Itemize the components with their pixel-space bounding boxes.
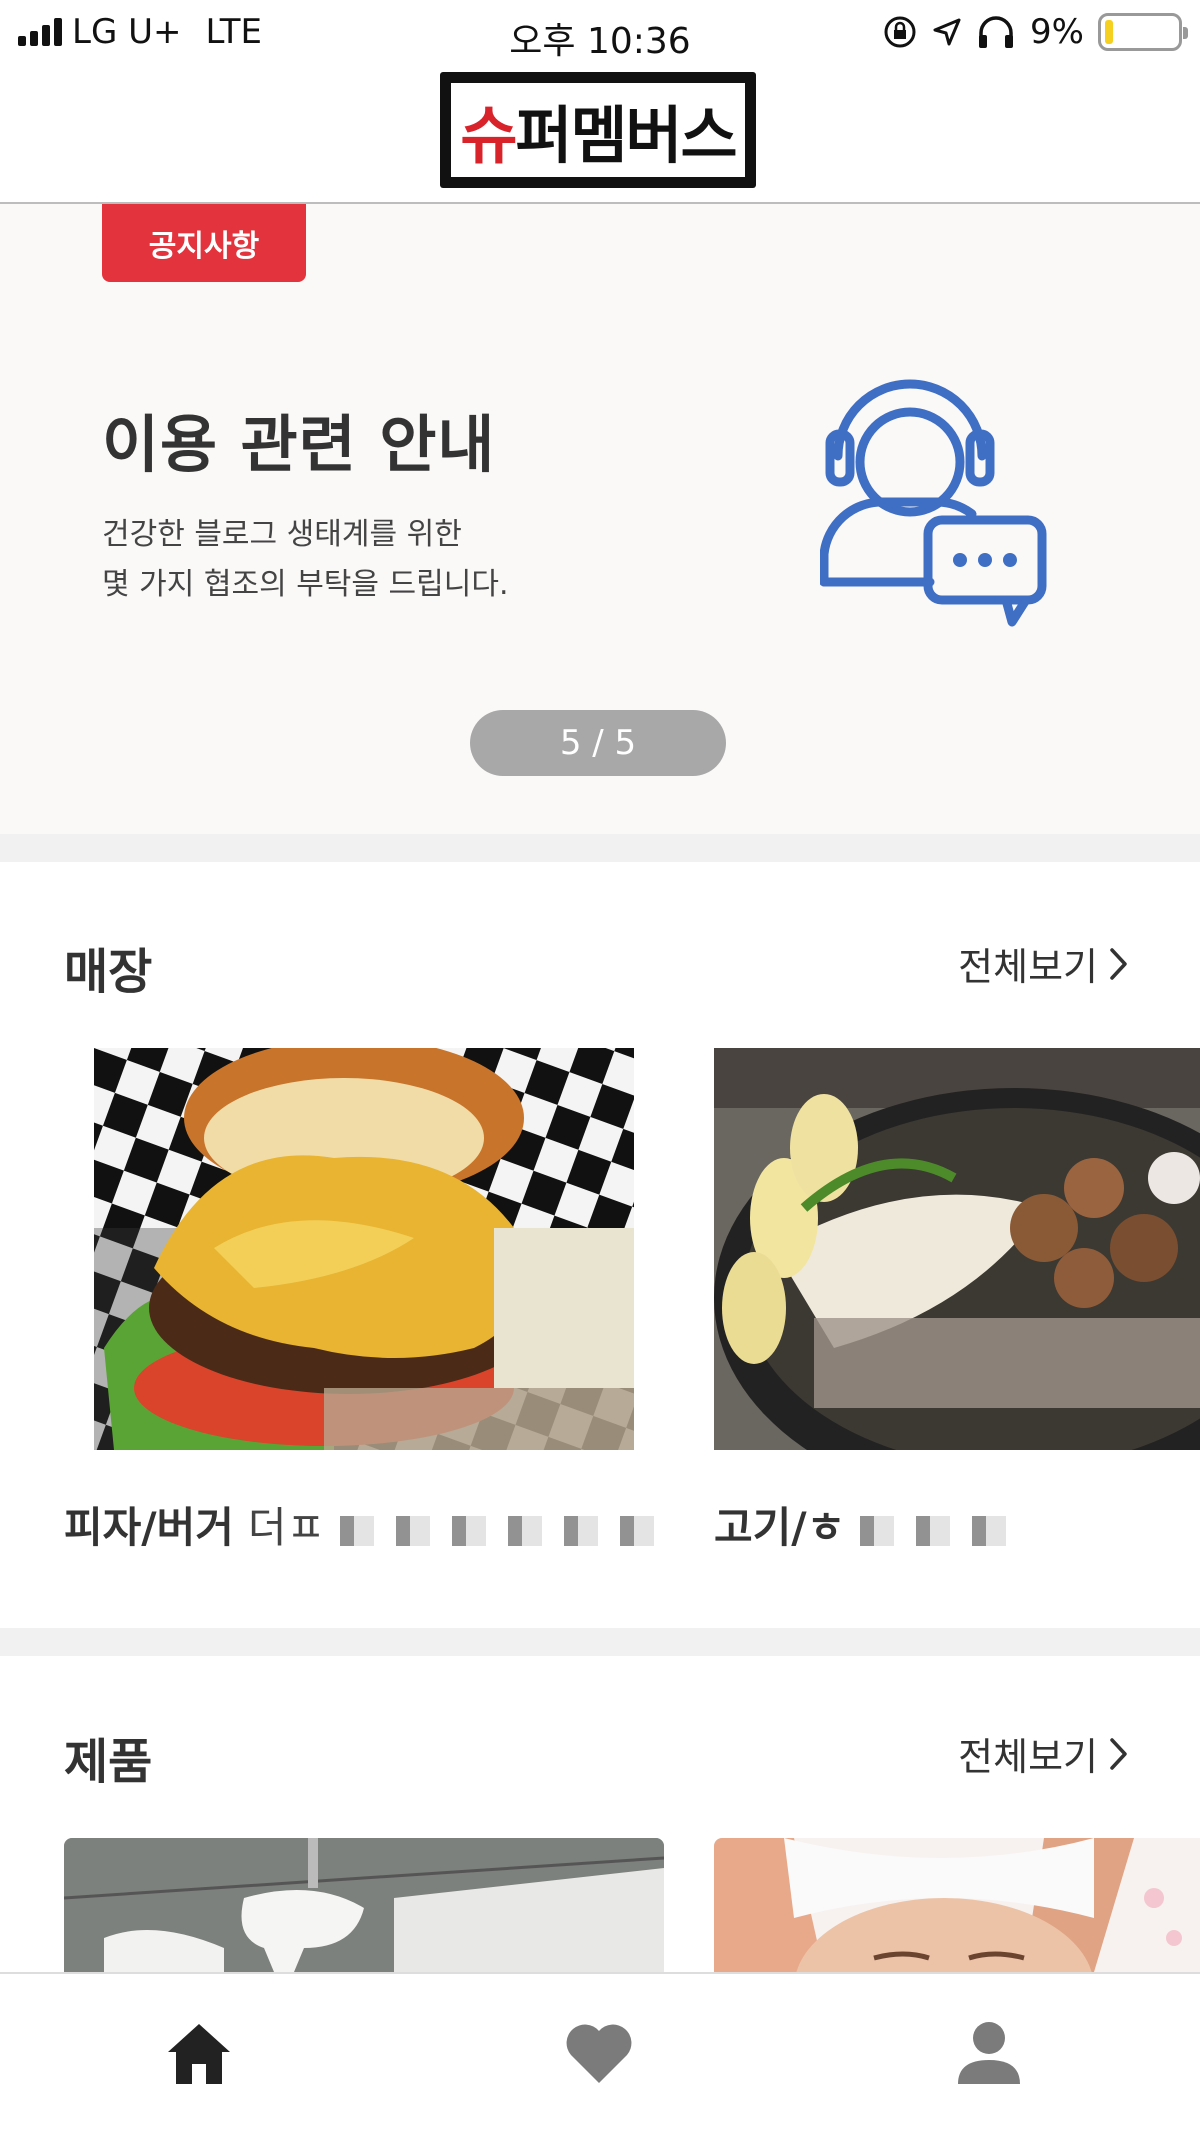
blurred-store-name	[859, 1515, 1010, 1546]
banner-pager: 5 / 5	[470, 710, 726, 776]
chevron-right-icon	[1110, 947, 1127, 980]
stores-section-title: 매장	[64, 944, 153, 1000]
orientation-lock-icon	[884, 16, 916, 48]
grilled-meat-photo	[714, 1048, 1200, 1450]
products-see-all-link[interactable]: 전체보기	[958, 1726, 1130, 1781]
section-divider	[0, 1628, 1200, 1656]
profile-icon	[958, 2022, 1020, 2084]
see-all-label: 전체보기	[958, 1735, 1098, 1779]
product-card-image-facecare[interactable]	[714, 1838, 1200, 1972]
app-header: 슈퍼멤버스	[0, 66, 1200, 204]
store-category: 고기/ㅎ	[714, 1503, 846, 1552]
bottom-tab-bar	[0, 1972, 1200, 2134]
bathroom-photo	[64, 1838, 664, 1972]
tab-favorites[interactable]	[554, 2008, 644, 2098]
banner-title: 이용 관련 안내	[102, 408, 496, 481]
store-name: 더ㅍ	[247, 1503, 326, 1552]
burger-photo	[94, 1048, 634, 1450]
tab-home[interactable]	[154, 2008, 244, 2098]
banner-description-line1: 건강한 블로그 생태계를 위한	[102, 517, 462, 552]
stores-see-all-link[interactable]: 전체보기	[958, 936, 1130, 991]
blurred-store-name	[339, 1515, 670, 1546]
notice-tag: 공지사항	[102, 204, 306, 282]
store-card-image-grill[interactable]	[714, 1048, 1200, 1450]
products-section-title: 제품	[64, 1734, 153, 1790]
status-bar-right: 9%	[882, 12, 1188, 52]
battery-icon	[1098, 13, 1188, 51]
battery-percent: 9%	[1030, 12, 1084, 52]
app-logo[interactable]: 슈퍼멤버스	[440, 72, 756, 188]
location-arrow-icon	[933, 18, 961, 46]
banner-description-line2: 몇 가지 협조의 부탁을 드립니다.	[102, 567, 509, 602]
store-category: 피자/버거	[64, 1503, 234, 1552]
notice-banner[interactable]: 공지사항 이용 관련 안내 건강한 블로그 생태계를 위한 몇 가지 협조의 부…	[0, 204, 1200, 834]
see-all-label: 전체보기	[958, 945, 1098, 989]
tab-profile[interactable]	[944, 2008, 1034, 2098]
heart-icon	[566, 2024, 632, 2083]
home-icon	[168, 2024, 230, 2084]
customer-support-icon	[820, 379, 1047, 627]
section-divider	[0, 834, 1200, 862]
status-bar: LG U+ LTE 오후 10:36 9%	[0, 0, 1200, 66]
headphones-icon	[979, 16, 1014, 48]
store-card-label-1[interactable]: 피자/버거 더ㅍ	[64, 1494, 670, 1555]
chevron-right-icon	[1110, 1737, 1127, 1770]
product-card-image-bathroom[interactable]	[64, 1838, 664, 1972]
face-care-photo	[714, 1838, 1200, 1972]
logo-text: 슈퍼멤버스	[460, 99, 737, 172]
store-card-label-2[interactable]: 고기/ㅎ	[714, 1494, 1010, 1555]
store-card-image-burger[interactable]	[94, 1048, 634, 1450]
banner-description: 건강한 블로그 생태계를 위한 몇 가지 협조의 부탁을 드립니다.	[102, 510, 508, 610]
